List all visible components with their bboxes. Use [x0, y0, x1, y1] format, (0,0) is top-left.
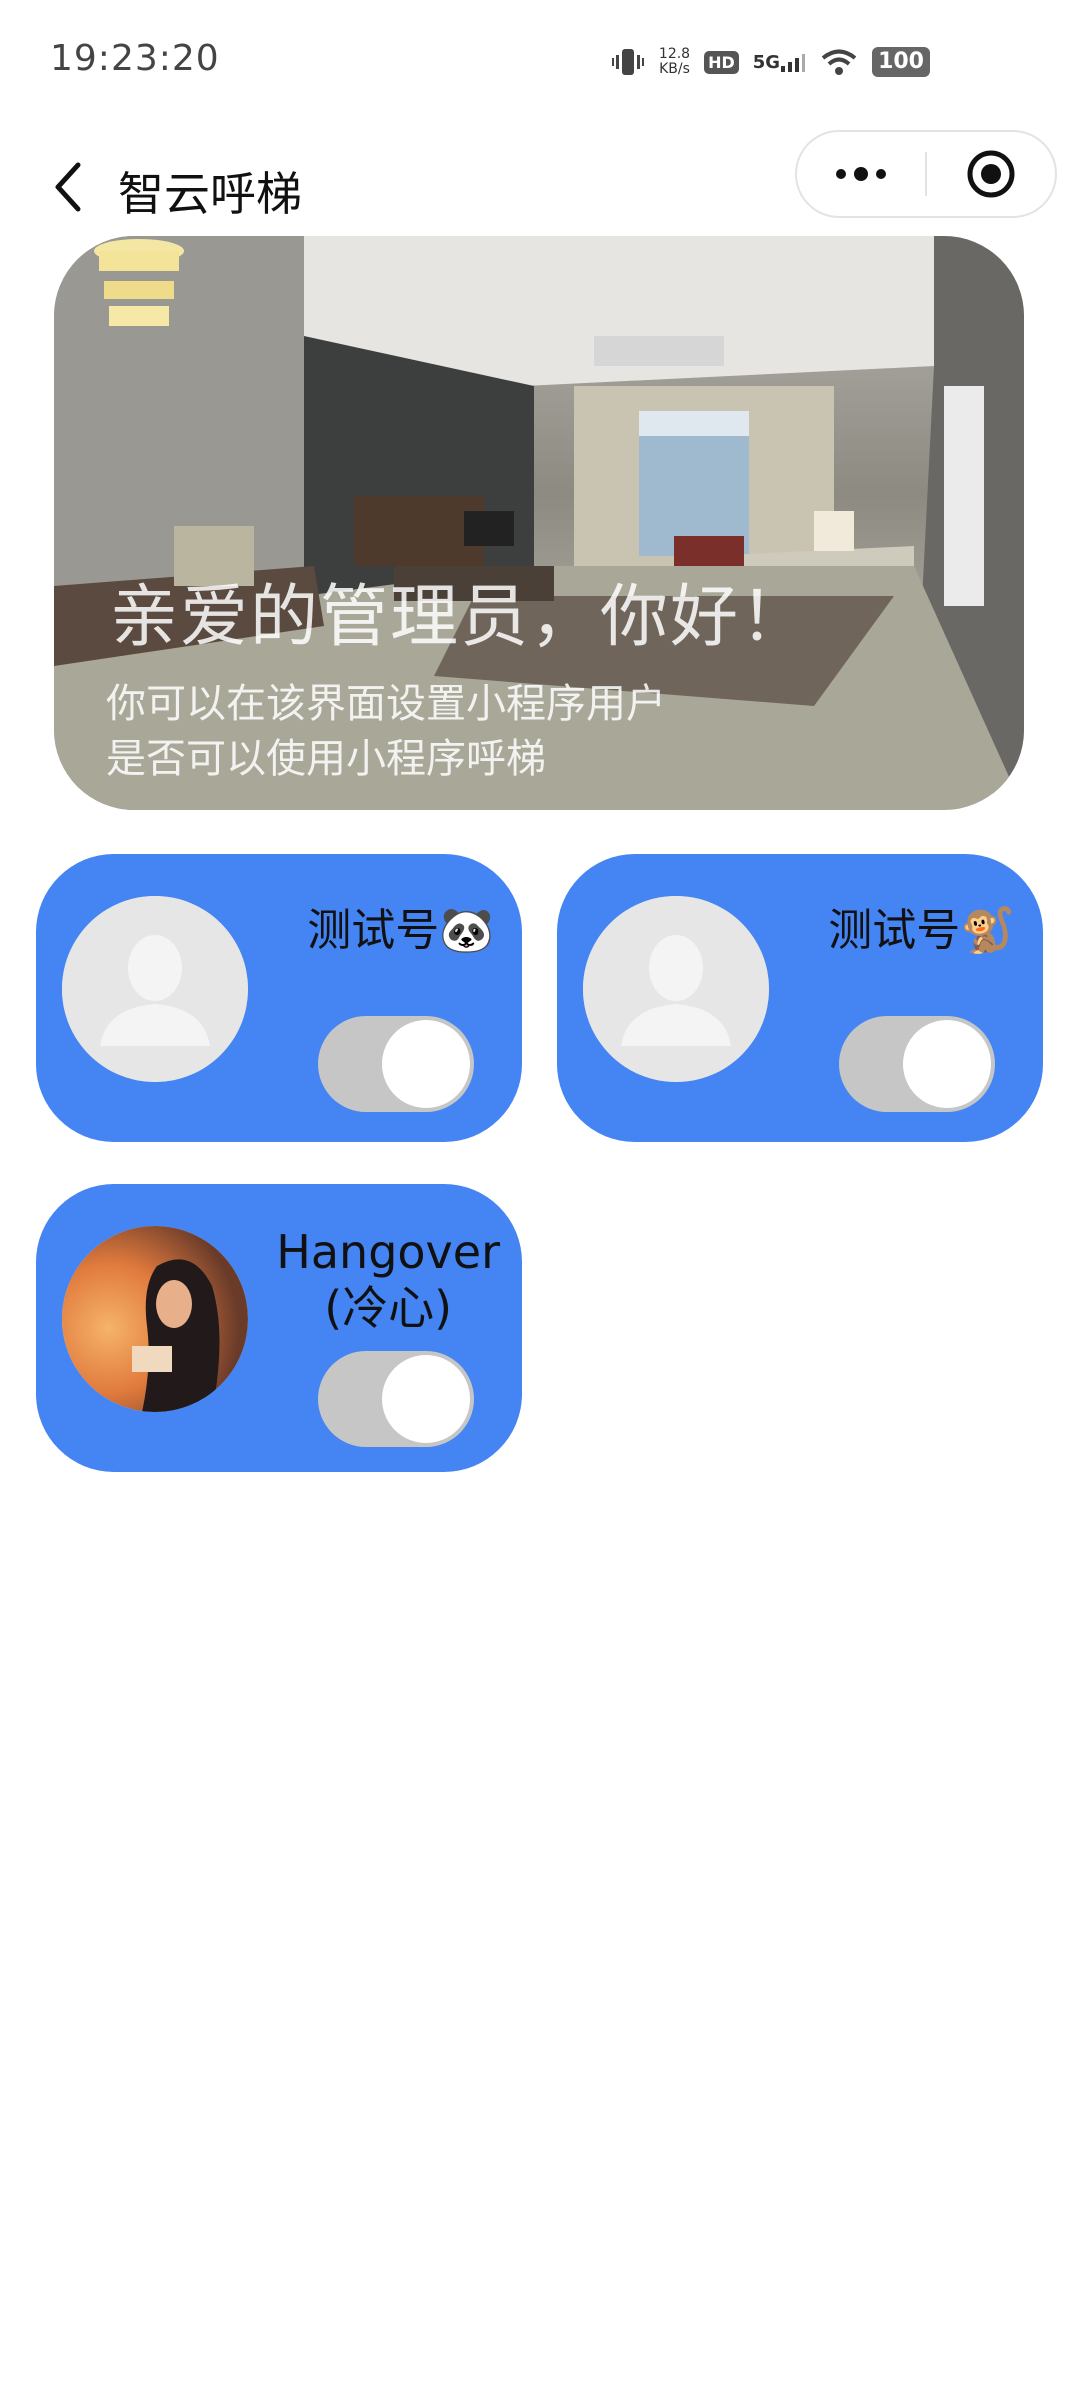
page-title: 智云呼梯: [118, 167, 302, 221]
default-avatar-icon: [62, 896, 248, 1082]
banner: 亲爱的管理员，你好！ 你可以在该界面设置小程序用户 是否可以使用小程序呼梯: [54, 236, 1024, 810]
net-speed: 12.8 KB/s: [659, 47, 690, 77]
toggle-knob: [903, 1020, 991, 1108]
net-speed-value: 12.8: [658, 46, 691, 62]
battery-indicator: 100: [872, 47, 930, 77]
toggle-knob: [382, 1020, 470, 1108]
user-name: Hangover (冷心): [276, 1224, 500, 1336]
banner-title: 亲爱的管理员，你好！: [110, 578, 811, 657]
user-card: Hangover (冷心): [36, 1184, 522, 1472]
more-button[interactable]: [797, 132, 925, 216]
vibrate-icon: [611, 45, 645, 79]
banner-subtitle-line1: 你可以在该界面设置小程序用户: [106, 681, 666, 727]
access-toggle[interactable]: [839, 1016, 995, 1112]
close-button[interactable]: [927, 132, 1055, 216]
user-name-line2: (冷心): [324, 1281, 453, 1335]
access-toggle[interactable]: [318, 1351, 474, 1447]
network-type: 5G: [752, 51, 781, 73]
target-circle-icon: [967, 150, 1015, 198]
user-card: 测试号🐒: [557, 854, 1043, 1142]
wifi-icon: [820, 47, 858, 77]
mini-program-capsule: [795, 130, 1057, 218]
more-dots-icon: [836, 167, 886, 181]
photo-avatar: [62, 1226, 248, 1412]
status-time: 19:23:20: [50, 38, 220, 79]
access-toggle[interactable]: [318, 1016, 474, 1112]
page: 19:23:20 12.8 KB/s HD 5G 100 智云呼梯 亲爱的管理员…: [0, 0, 1080, 2408]
back-button[interactable]: [38, 152, 98, 222]
banner-subtitle-line2: 是否可以使用小程序呼梯: [106, 736, 546, 782]
status-bar: 19:23:20 12.8 KB/s HD 5G 100: [0, 0, 1080, 130]
user-name: 测试号🐼: [307, 905, 494, 956]
default-avatar-icon: [583, 896, 769, 1082]
signal-bars-icon: [781, 54, 806, 72]
user-name-line1: Hangover: [276, 1225, 500, 1279]
signal-5g: 5G: [753, 50, 806, 74]
status-icons: 12.8 KB/s HD 5G 100: [611, 42, 930, 82]
toggle-knob: [382, 1355, 470, 1443]
net-speed-unit: KB/s: [659, 61, 690, 77]
chevron-left-icon: [55, 162, 81, 212]
hd-badge: HD: [704, 50, 739, 74]
user-card: 测试号🐼: [36, 854, 522, 1142]
user-name: 测试号🐒: [828, 905, 1015, 956]
